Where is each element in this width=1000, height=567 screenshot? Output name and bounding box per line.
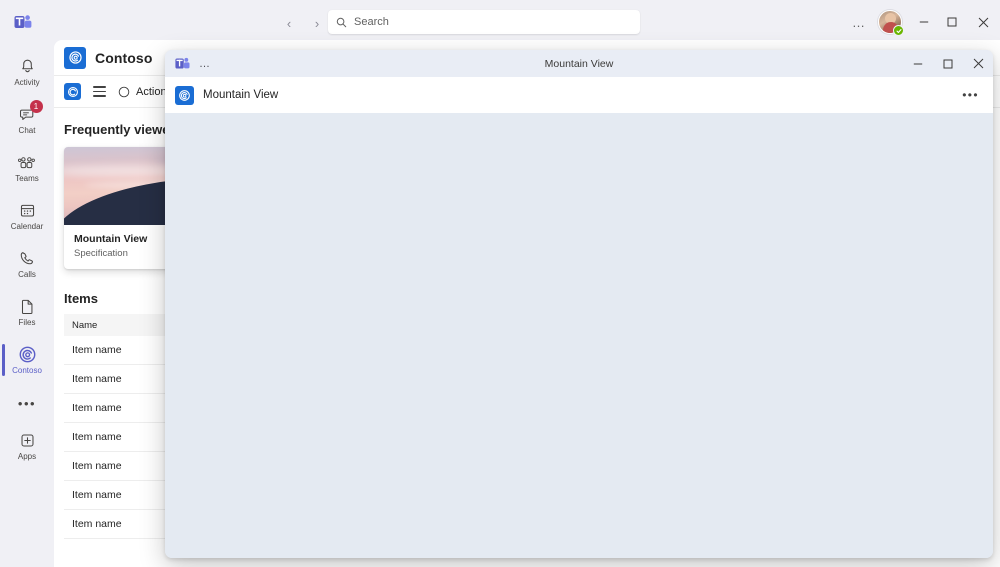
teams-icon xyxy=(18,153,36,173)
sidebar-item-activity[interactable]: Activity xyxy=(0,48,54,96)
sidebar-item-chat[interactable]: 1 Chat xyxy=(0,96,54,144)
sidebar-label-calls: Calls xyxy=(18,269,36,279)
cell-name: Item name xyxy=(72,402,122,414)
circle-icon xyxy=(118,86,130,97)
sidebar-label-activity: Activity xyxy=(14,77,40,87)
dialog-header-more-button[interactable]: ••• xyxy=(962,88,979,102)
sidebar-item-apps[interactable]: Apps xyxy=(0,422,54,470)
titlebar-more-button[interactable]: … xyxy=(846,9,872,35)
avatar[interactable] xyxy=(878,10,904,36)
action-button[interactable]: Action xyxy=(118,86,167,98)
column-header-name: Name xyxy=(72,319,98,331)
cell-name: Item name xyxy=(72,518,122,530)
dialog-minimize-button[interactable] xyxy=(903,50,933,77)
cell-name: Item name xyxy=(72,344,122,356)
sidebar-item-files[interactable]: Files xyxy=(0,288,54,336)
bell-icon xyxy=(19,57,36,77)
contoso-app-icon xyxy=(64,46,86,69)
window-controls: … xyxy=(846,0,1000,44)
dialog-close-button[interactable] xyxy=(963,50,993,77)
selection-indicator xyxy=(2,344,5,376)
window-titlebar: ‹ › Search … xyxy=(0,0,1000,44)
back-button[interactable]: ‹ xyxy=(278,12,300,34)
sidebar-label-teams: Teams xyxy=(15,173,39,183)
hamburger-menu-icon[interactable] xyxy=(93,86,106,97)
sidebar-label-contoso: Contoso xyxy=(12,365,42,375)
cell-name: Item name xyxy=(72,489,122,501)
chat-unread-badge: 1 xyxy=(29,99,43,113)
sidebar-label-files: Files xyxy=(18,317,36,327)
sidebar-item-calls[interactable]: Calls xyxy=(0,240,54,288)
search-icon xyxy=(336,17,347,28)
dialog-title: Mountain View xyxy=(544,57,614,70)
dialog-maximize-button[interactable] xyxy=(933,50,963,77)
nav-arrows: ‹ › xyxy=(278,12,328,34)
search-input[interactable]: Search xyxy=(328,10,640,34)
dialog-window-controls xyxy=(903,50,993,77)
dialog-titlebar: … Mountain View xyxy=(165,50,993,77)
chat-icon: 1 xyxy=(19,99,43,125)
sidebar-label-calendar: Calendar xyxy=(10,221,44,231)
cell-name: Item name xyxy=(72,460,122,472)
sidebar-item-contoso[interactable]: Contoso xyxy=(0,336,54,384)
sidebar-item-teams[interactable]: Teams xyxy=(0,144,54,192)
teams-app-window: ‹ › Search … Activity 1 Chat Teams Calen… xyxy=(0,0,1000,567)
presence-available-icon xyxy=(893,25,904,36)
sidebar-label-chat: Chat xyxy=(18,125,36,135)
maximize-button[interactable] xyxy=(938,0,966,44)
cell-name: Item name xyxy=(72,373,122,385)
toolbar-app-icon[interactable] xyxy=(64,83,81,100)
calendar-icon xyxy=(19,201,36,221)
sidebar-overflow-button[interactable]: ••• xyxy=(0,384,54,422)
apps-plus-icon xyxy=(19,431,36,451)
left-rail: Activity 1 Chat Teams Calendar Calls Fil… xyxy=(0,44,54,567)
dialog-header: Mountain View ••• xyxy=(165,77,993,113)
dialog-header-title: Mountain View xyxy=(203,89,279,101)
close-button[interactable] xyxy=(966,0,1000,44)
search-placeholder: Search xyxy=(354,16,389,28)
cell-name: Item name xyxy=(72,431,122,443)
page-title: Contoso xyxy=(95,49,153,66)
phone-icon xyxy=(19,249,36,269)
teams-logo-icon xyxy=(0,0,46,44)
sidebar-label-apps: Apps xyxy=(17,451,37,461)
contoso-app-icon xyxy=(175,85,194,105)
forward-button[interactable]: › xyxy=(306,12,328,34)
minimize-button[interactable] xyxy=(910,0,938,44)
sidebar-item-calendar[interactable]: Calendar xyxy=(0,192,54,240)
contoso-swirl-icon xyxy=(18,345,37,365)
mountain-view-dialog: … Mountain View Mountain View ••• xyxy=(165,50,993,558)
dialog-body xyxy=(165,113,993,558)
action-button-label: Action xyxy=(136,85,167,98)
file-icon xyxy=(19,297,36,317)
